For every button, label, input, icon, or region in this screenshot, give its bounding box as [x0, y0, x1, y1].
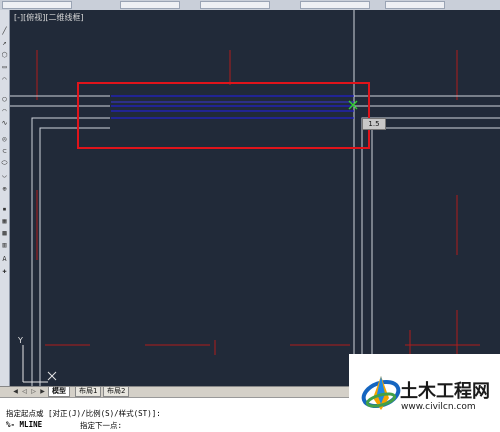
mline-preview [111, 95, 354, 119]
tab-layout1[interactable]: 布局1 [75, 387, 102, 397]
highlight-box [77, 82, 370, 149]
add-selected-icon[interactable]: ✚ [1, 268, 8, 275]
ellipse-tool-icon[interactable]: ◎ [1, 136, 8, 143]
tab-layout2[interactable]: 布局2 [103, 387, 130, 397]
gradient-tool-icon[interactable]: ▦ [1, 218, 8, 225]
mtext-tool-icon[interactable]: A [1, 256, 8, 263]
watermark: 土木工程网 www.civilcn.com [349, 354, 500, 431]
make-block-icon[interactable]: ◡ [1, 172, 8, 179]
ucs-y-label: Y [18, 336, 23, 345]
drawing-canvas[interactable]: [-][俯视][二维线框] 1.5 Y [10, 10, 500, 386]
last-tab-icon[interactable]: ▶ [39, 388, 46, 395]
line-tool-icon[interactable]: ╱ [1, 28, 8, 35]
region-tool-icon[interactable]: ▩ [1, 230, 8, 237]
insert-block-icon[interactable]: ⬭ [1, 160, 8, 167]
wall-line [31, 117, 110, 386]
ribbon-panel[interactable] [2, 1, 72, 9]
table-tool-icon[interactable]: ▥ [1, 242, 8, 249]
wall-line [361, 117, 500, 386]
ribbon-panel[interactable] [120, 1, 180, 9]
ribbon-panel[interactable] [200, 1, 270, 9]
drawing-geometry [10, 10, 500, 386]
polygon-tool-icon[interactable]: ⬡ [1, 52, 8, 59]
ellipse-arc-tool-icon[interactable]: ⊂ [1, 148, 8, 155]
circle-tool-icon[interactable]: ◯ [1, 96, 8, 103]
rectangle-tool-icon[interactable]: ▭ [1, 64, 8, 71]
ribbon-panel[interactable] [385, 1, 445, 9]
wall-line [39, 127, 110, 386]
watermark-url: www.civilcn.com [401, 402, 476, 412]
hatch-tool-icon[interactable]: ▪ [1, 206, 8, 213]
revcloud-tool-icon[interactable]: ◠ [1, 108, 8, 115]
dynamic-input-tooltip: 1.5 [362, 118, 386, 130]
watermark-title: 土木工程网 [400, 381, 490, 402]
wall-line [371, 127, 500, 386]
ribbon-panel[interactable] [300, 1, 370, 9]
first-tab-icon[interactable]: ◀ [12, 388, 19, 395]
command-prompt[interactable]: 指定下一点: [80, 420, 122, 431]
command-name: %- MLINE [6, 420, 43, 429]
tab-model[interactable]: 模型 [48, 387, 70, 397]
prev-tab-icon[interactable]: ◁ [21, 388, 28, 395]
draw-toolbar: ╱ ↗ ⬡ ▭ ⌒ ◯ ◠ ∿ ◎ ⊂ ⬭ ◡ ⊕ ▪ ▦ ▩ ▥ A ✚ [0, 10, 10, 386]
ray-tool-icon[interactable]: ↗ [1, 40, 8, 47]
arc-tool-icon[interactable]: ⌒ [1, 76, 8, 83]
wall-lines [10, 10, 500, 386]
point-tool-icon[interactable]: ⊕ [1, 186, 8, 193]
tooltip-value: 1.5 [368, 120, 380, 128]
spline-tool-icon[interactable]: ∿ [1, 120, 8, 127]
command-history-line: 指定起点或 [对正(J)/比例(S)/样式(ST)]: [6, 409, 161, 418]
next-tab-icon[interactable]: ▷ [30, 388, 37, 395]
